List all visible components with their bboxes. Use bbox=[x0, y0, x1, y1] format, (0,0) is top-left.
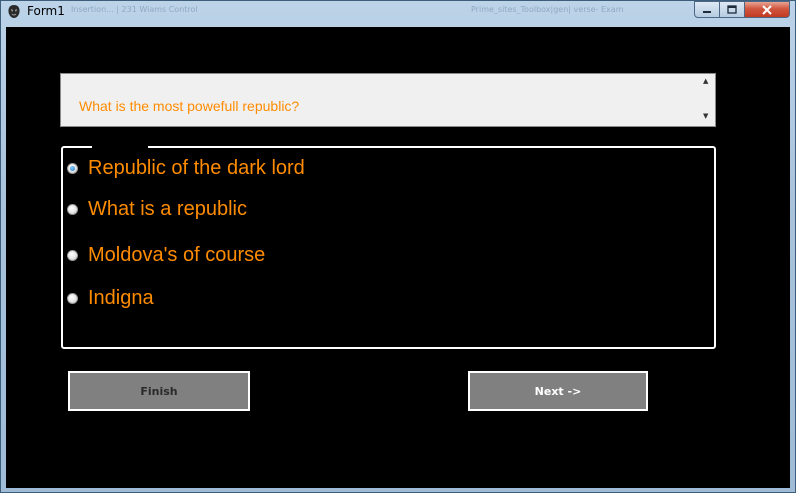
minimize-button[interactable] bbox=[694, 1, 720, 18]
question-textbox[interactable]: What is the most powefull republic? ▲ ▼ bbox=[60, 73, 716, 127]
next-button[interactable]: Next -> bbox=[468, 371, 648, 411]
answer-option-2[interactable]: What is a republic bbox=[67, 198, 247, 221]
groupbox-caption-gap bbox=[92, 143, 148, 149]
finish-button[interactable]: Finish bbox=[68, 371, 250, 411]
background-window-ghost-text: Prime_sites_Toolbox|gen| verse- Exam bbox=[471, 5, 624, 14]
app-icon bbox=[8, 5, 20, 18]
background-window-ghost-text: Insertion... | 231 Wiams Control bbox=[71, 5, 198, 14]
window-title: Form1 bbox=[27, 4, 65, 18]
maximize-button[interactable] bbox=[720, 1, 745, 18]
radio-button-checked[interactable] bbox=[67, 163, 78, 174]
scroll-up-arrow-icon[interactable]: ▲ bbox=[703, 77, 708, 85]
answer-label[interactable]: Moldova's of course bbox=[88, 244, 265, 267]
question-scrollbar[interactable]: ▲ ▼ bbox=[699, 74, 715, 126]
question-text: What is the most powefull republic? bbox=[79, 98, 300, 114]
scroll-down-arrow-icon[interactable]: ▼ bbox=[703, 112, 708, 120]
radio-button[interactable] bbox=[67, 250, 78, 261]
radio-button[interactable] bbox=[67, 293, 78, 304]
close-button[interactable] bbox=[745, 1, 790, 18]
maximize-icon bbox=[720, 2, 744, 17]
answer-option-4[interactable]: Indigna bbox=[67, 287, 154, 310]
radio-button[interactable] bbox=[67, 204, 78, 215]
title-bar[interactable]: Form1 Insertion... | 231 Wiams Control P… bbox=[1, 1, 795, 23]
answer-option-1[interactable]: Republic of the dark lord bbox=[67, 157, 305, 180]
answer-option-3[interactable]: Moldova's of course bbox=[67, 244, 265, 267]
app-window: Form1 Insertion... | 231 Wiams Control P… bbox=[0, 0, 796, 493]
answer-label[interactable]: What is a republic bbox=[88, 198, 247, 221]
form-client-area: What is the most powefull republic? ▲ ▼ … bbox=[6, 27, 790, 488]
caption-buttons bbox=[694, 1, 790, 19]
answer-label[interactable]: Indigna bbox=[88, 287, 154, 310]
close-icon bbox=[745, 2, 789, 17]
minimize-icon bbox=[695, 2, 719, 17]
answer-label[interactable]: Republic of the dark lord bbox=[88, 157, 305, 180]
